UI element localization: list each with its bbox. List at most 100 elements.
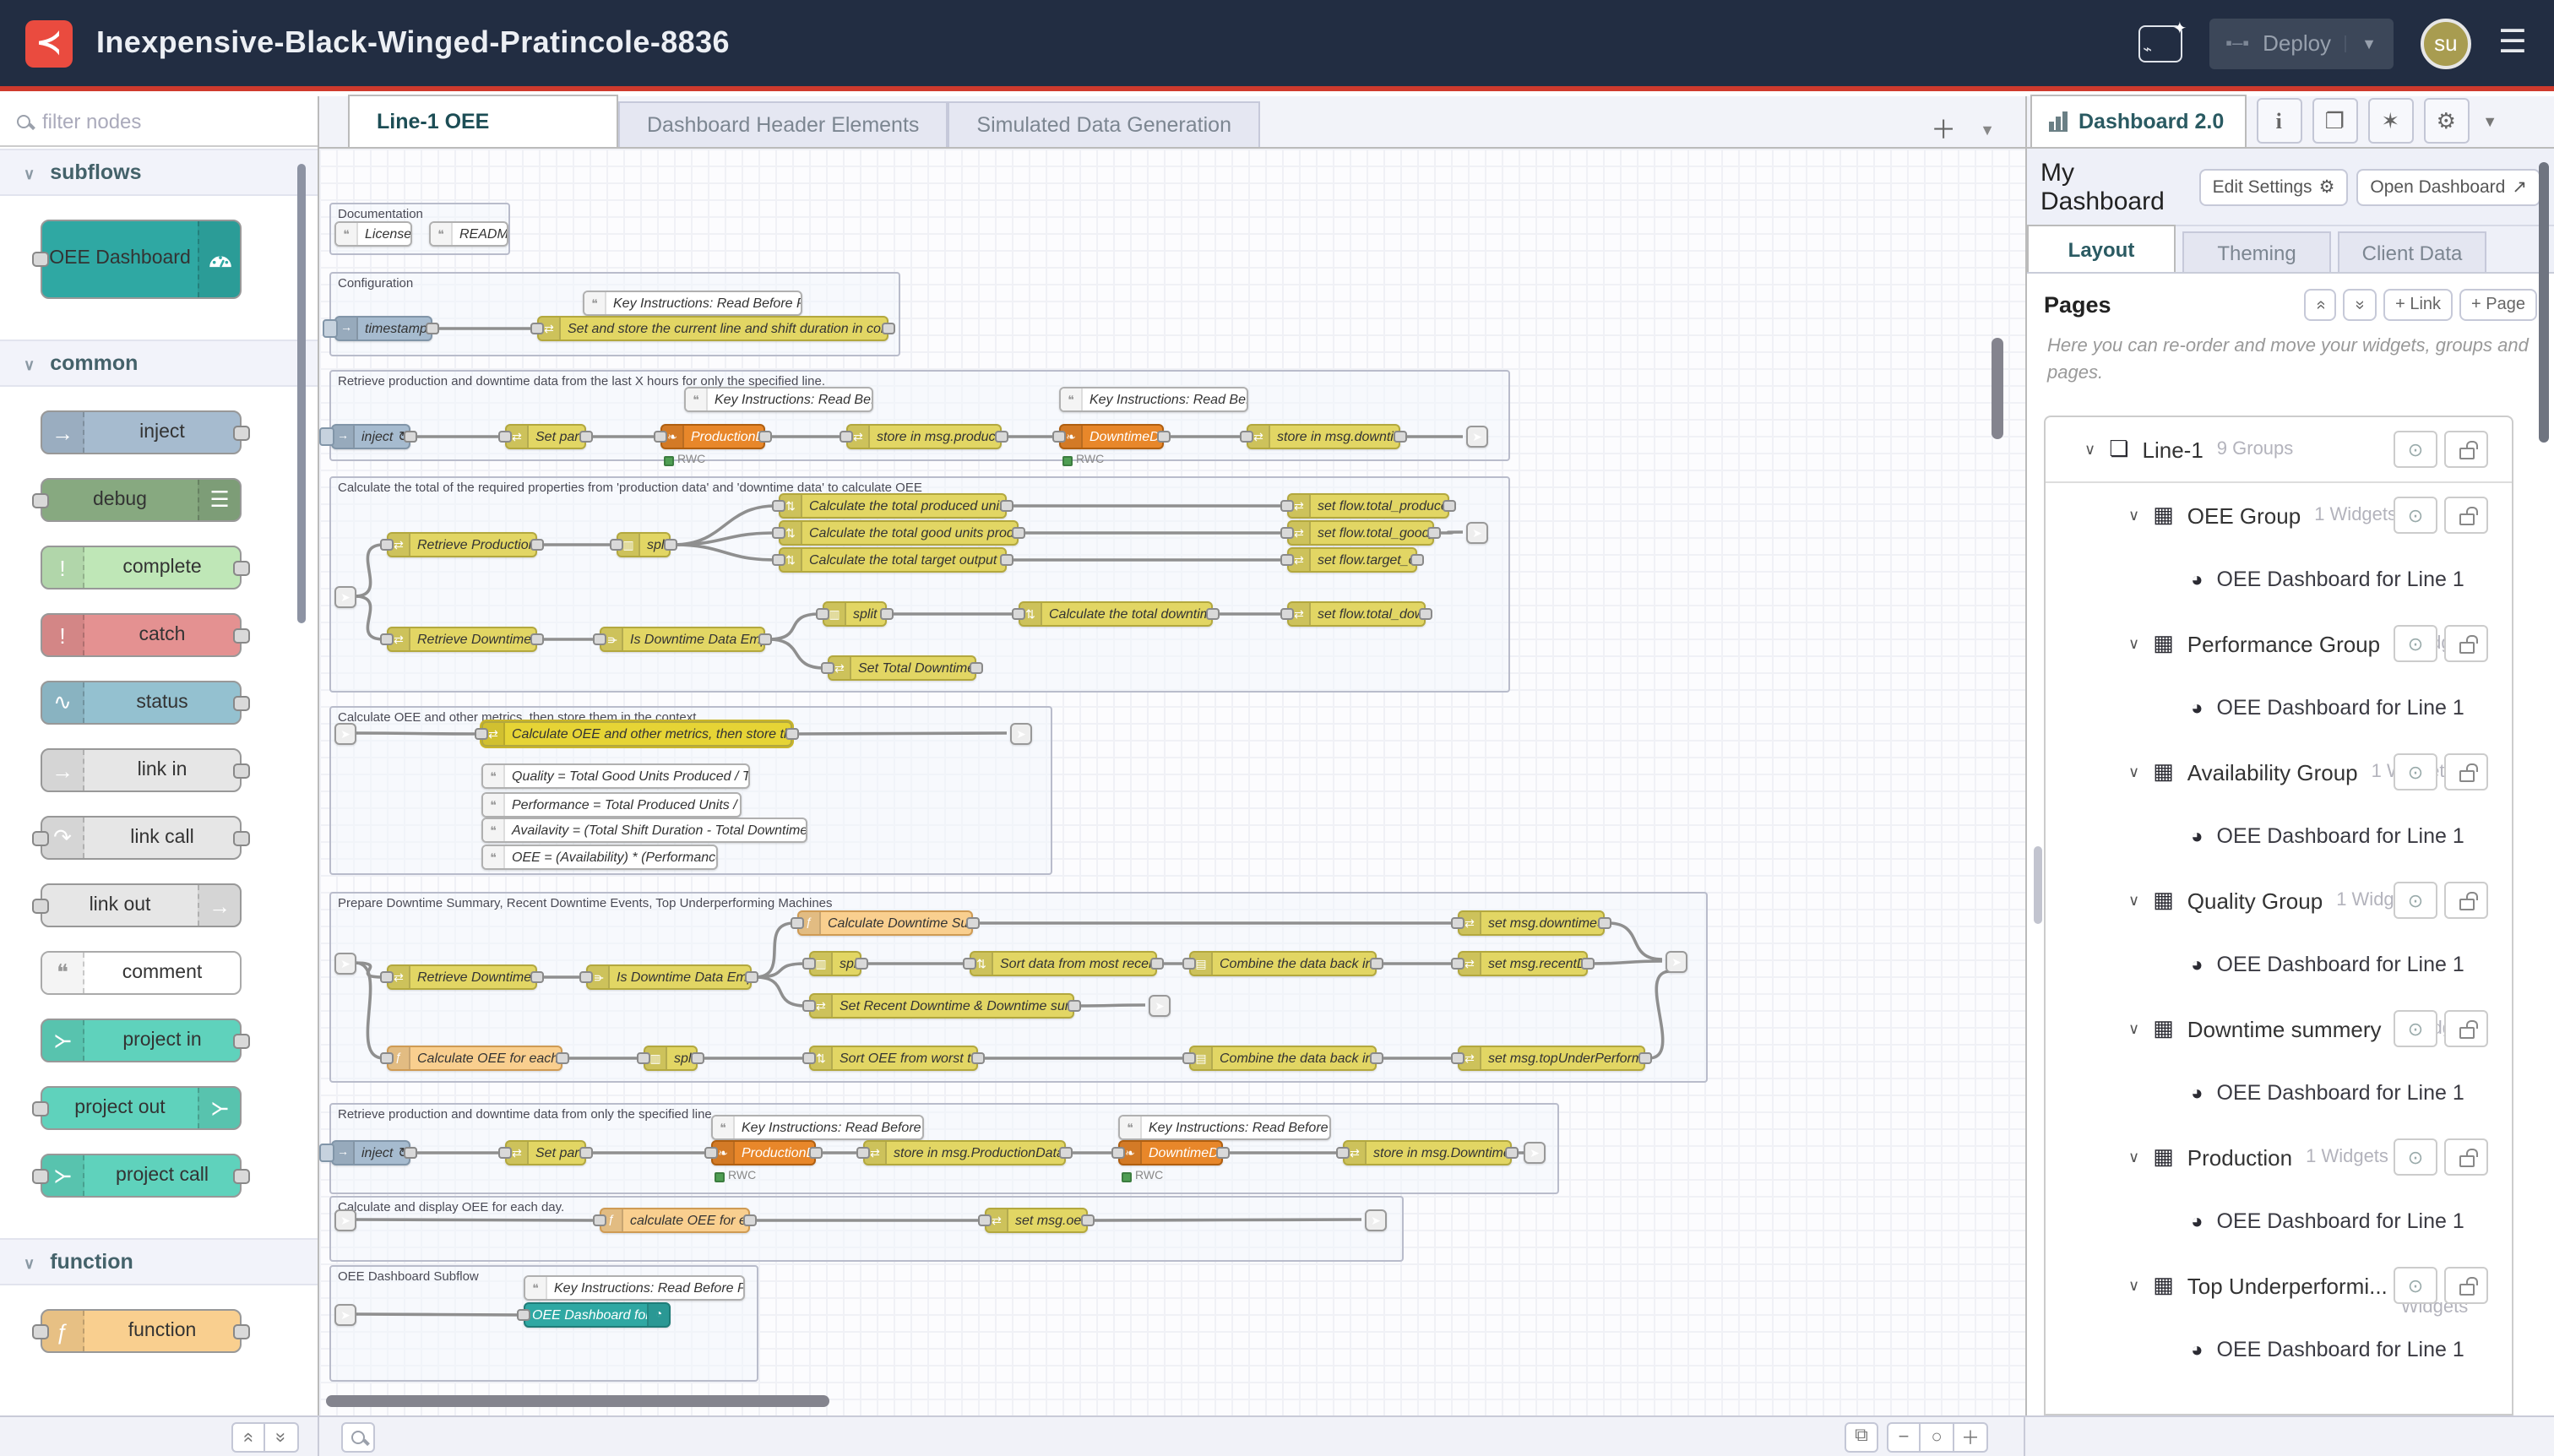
- node-inject-[interactable]: →inject ↻: [331, 1140, 410, 1165]
- output-port[interactable]: [1638, 1051, 1652, 1063]
- comment-node-availavity-total-shift-dura[interactable]: ❝Availavity = (Total Shift Duration - To…: [481, 818, 807, 843]
- node-linkin[interactable]: ➤: [334, 953, 356, 975]
- chevron-down-icon[interactable]: ∨: [2128, 1019, 2139, 1038]
- output-port[interactable]: [404, 1146, 417, 1158]
- palette-node-catch[interactable]: !catch: [41, 613, 242, 657]
- output-port[interactable]: [1505, 1146, 1519, 1158]
- node-sort-data-from-most-recent-to-[interactable]: ⇅Sort data from most recent to oldest: [970, 951, 1157, 976]
- comment-node-key-instructions-read-before-[interactable]: ❝Key Instructions: Read Before Proceedin…: [1059, 387, 1248, 412]
- input-port[interactable]: [772, 553, 785, 565]
- input-port[interactable]: [802, 999, 816, 1011]
- unlock-icon[interactable]: [2444, 497, 2488, 534]
- node-linkout[interactable]: ➤: [1466, 522, 1488, 544]
- node-split[interactable]: ▥split: [644, 1046, 698, 1071]
- chevron-down-icon[interactable]: ∨: [2084, 440, 2095, 459]
- node-calculate-the-total-downtime-d[interactable]: ⇅Calculate the total downtime duration: [1019, 601, 1213, 627]
- zoom-out-button[interactable]: −: [1887, 1421, 1921, 1452]
- input-port[interactable]: [802, 1051, 816, 1063]
- input-port[interactable]: [816, 607, 829, 619]
- tree-group-row[interactable]: ∨▦Availability Group1 Widgets⊙: [2046, 740, 2512, 804]
- tree-widget-row[interactable]: ◕OEE Dashboard for Line 1: [2046, 676, 2512, 740]
- input-port[interactable]: [32, 1100, 49, 1116]
- output-port[interactable]: [1206, 607, 1220, 619]
- node-set-msg-topunderperformingmach[interactable]: ⇄set msg.topUnderPerformingMachines: [1458, 1046, 1645, 1071]
- node-set-flow-total-good-units[interactable]: ⇄set flow.total_good_units: [1287, 520, 1434, 546]
- output-port[interactable]: [1000, 499, 1013, 511]
- node-linkin[interactable]: ➤: [334, 723, 356, 745]
- collapse-all-button[interactable]: «: [2304, 289, 2337, 321]
- output-port[interactable]: [404, 430, 417, 442]
- palette-scrollbar[interactable]: [297, 164, 306, 623]
- tab-dashboard-2[interactable]: Dashboard 2.0: [2030, 95, 2246, 147]
- node-linkout[interactable]: ➤: [1149, 995, 1171, 1017]
- inject-button[interactable]: [323, 319, 338, 338]
- output-port[interactable]: [995, 430, 1008, 442]
- input-port[interactable]: [1280, 607, 1294, 619]
- input-port[interactable]: [380, 970, 394, 982]
- node-retrieve-production-data[interactable]: ⇄Retrieve Production Data: [387, 532, 537, 557]
- output-port[interactable]: [233, 560, 250, 575]
- chevron-down-icon[interactable]: ∨: [2128, 1276, 2139, 1295]
- output-port[interactable]: [579, 1146, 593, 1158]
- tree-group-row[interactable]: ∨▦Performance Group1 Widgets⊙: [2046, 611, 2512, 676]
- chevron-down-icon[interactable]: ∨: [2128, 763, 2139, 781]
- input-port[interactable]: [380, 633, 394, 644]
- chevron-down-icon[interactable]: ∨: [2128, 891, 2139, 910]
- edit-settings-button[interactable]: Edit Settings ⚙: [2199, 168, 2349, 205]
- input-port[interactable]: [1012, 607, 1025, 619]
- input-port[interactable]: [32, 898, 49, 913]
- output-port[interactable]: [758, 430, 772, 442]
- navigator-map-icon[interactable]: ⧉: [1845, 1421, 1878, 1452]
- expand-all-button[interactable]: »: [2344, 289, 2377, 321]
- output-port[interactable]: [882, 322, 895, 334]
- node-set-flow-target-output[interactable]: ⇄set flow.target_output: [1287, 547, 1417, 573]
- zoom-in-button[interactable]: ＋: [1954, 1421, 1988, 1452]
- node-set-flow-total-produced-units[interactable]: ⇄set flow.total_produced_units: [1287, 493, 1449, 519]
- input-port[interactable]: [32, 252, 49, 267]
- input-port[interactable]: [1451, 1051, 1464, 1063]
- output-port[interactable]: [1443, 499, 1456, 511]
- node-downtimedata[interactable]: ❧DowntimeData: [1118, 1140, 1223, 1165]
- zoom-reset-button[interactable]: ○: [1921, 1421, 1954, 1452]
- input-port[interactable]: [32, 1168, 49, 1183]
- palette-node-OEE-Dashboard[interactable]: OEE Dashboard: [41, 220, 242, 299]
- comment-node-key-instructions-read-before-[interactable]: ❝Key Instructions: Read Before Proceedin…: [711, 1115, 924, 1140]
- output-port[interactable]: [1370, 957, 1383, 969]
- output-port[interactable]: [758, 633, 772, 644]
- chevron-down-icon[interactable]: ∨: [2128, 1148, 2139, 1166]
- visibility-eye-icon[interactable]: ⊙: [2394, 431, 2437, 468]
- chevron-down-icon[interactable]: ∨: [2128, 506, 2139, 524]
- input-port[interactable]: [1280, 499, 1294, 511]
- output-port[interactable]: [530, 538, 544, 550]
- input-port[interactable]: [32, 492, 49, 508]
- palette-node-project-call[interactable]: Yproject call: [41, 1154, 242, 1198]
- node-productiondata[interactable]: ❧ProductionData: [711, 1140, 816, 1165]
- output-port[interactable]: [691, 1051, 704, 1063]
- unlock-icon[interactable]: [2444, 1138, 2488, 1176]
- node-combine-the-data-back-into-an-[interactable]: ▤Combine the data back into an array.: [1189, 951, 1377, 976]
- node-set-recent-downtime-downtime[interactable]: ⇄Set Recent Downtime & Downtime summery …: [809, 993, 1074, 1019]
- output-port[interactable]: [1157, 430, 1171, 442]
- visibility-eye-icon[interactable]: ⊙: [2394, 882, 2437, 919]
- input-port[interactable]: [380, 538, 394, 550]
- node-is-downtime-data-empty-[interactable]: ⋔Is Downtime Data Empty?: [586, 964, 752, 990]
- palette-node-complete[interactable]: !complete: [41, 546, 242, 589]
- tree-widget-row[interactable]: ◕OEE Dashboard for Line 1: [2046, 547, 2512, 611]
- input-port[interactable]: [593, 633, 606, 644]
- sidebar-scrollbar-thumb[interactable]: [2034, 846, 2042, 924]
- user-avatar[interactable]: su: [2421, 18, 2471, 68]
- flow-tab-Simulated-Data-Generation[interactable]: Simulated Data Generation: [948, 101, 1260, 147]
- comment-node-oee-availability-perfor[interactable]: ❝OEE = (Availability) * (Performance) * …: [481, 845, 718, 870]
- unlock-icon[interactable]: [2444, 431, 2488, 468]
- node-store-in-msg-productiondata[interactable]: ⇄store in msg.ProductionData: [863, 1140, 1066, 1165]
- node-calculate-the-total-good-units[interactable]: ⇅Calculate the total good units produced…: [779, 520, 1019, 546]
- output-port[interactable]: [579, 430, 593, 442]
- node-calculate-oee-and-other-metric[interactable]: ⇄Calculate OEE and other metrics, then s…: [481, 721, 792, 747]
- chevron-down-icon[interactable]: ∨: [2128, 634, 2139, 653]
- info-icon[interactable]: i: [2256, 98, 2301, 144]
- node-calculate-the-total-target-out[interactable]: ⇅Calculate the total target output of to…: [779, 547, 1007, 573]
- output-port[interactable]: [233, 1033, 250, 1048]
- comment-node-key-instructions-read-before-[interactable]: ❝Key Instructions: Read Before Proceedin…: [684, 387, 873, 412]
- palette-node-project-out[interactable]: project outY: [41, 1086, 242, 1130]
- input-port[interactable]: [1280, 553, 1294, 565]
